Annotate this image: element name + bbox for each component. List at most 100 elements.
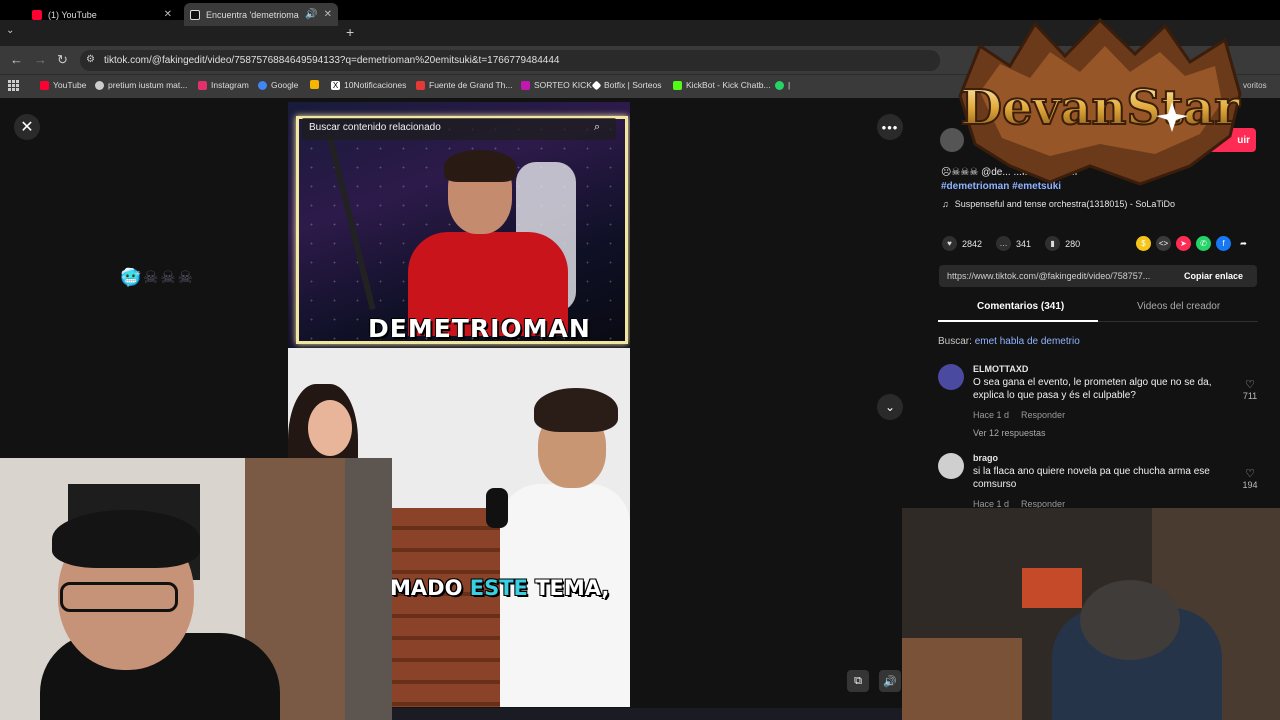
person-hair [1080, 580, 1180, 660]
tab-comments[interactable]: Comentarios (341) [977, 301, 1064, 312]
bookmark-fuente[interactable]: Fuente de Grand Th... [416, 80, 512, 90]
glasses [60, 582, 178, 612]
youtube-icon [40, 80, 49, 90]
comment-text: si la flaca ano quiere novela pa que chu… [973, 466, 1210, 490]
bookmark-10notificaciones[interactable]: X 10Notificaciones [331, 80, 406, 90]
new-tab-button[interactable]: + [346, 24, 354, 40]
webcam-left [0, 458, 392, 720]
instagram-icon [198, 80, 207, 90]
comment-item: brago si la flaca ano quiere novela pa q… [938, 453, 1258, 509]
kickbot-icon [673, 80, 682, 90]
close-tab-icon[interactable]: ✕ [164, 9, 172, 20]
youtube-favicon-icon [32, 9, 42, 20]
video-subtitle: MADO ESTE TEMA, [390, 576, 610, 600]
bookmark-icon: ▮ [1045, 236, 1061, 251]
heart-outline-icon: ♡ [1245, 468, 1255, 480]
comment-text: O sea gana el evento, le prometen algo q… [973, 377, 1212, 401]
bookmark-kickbot[interactable]: KickBot - Kick Chatb... [673, 80, 771, 90]
avatar[interactable] [938, 364, 964, 390]
curtain [345, 458, 392, 720]
back-arrow-icon[interactable]: ← [10, 52, 23, 67]
comment-button[interactable]: … 341 [996, 236, 1031, 251]
bookmark-youtube[interactable]: YouTube [40, 80, 86, 90]
apps-grid-icon[interactable] [8, 80, 19, 91]
taskbar [392, 708, 902, 720]
person-hair [52, 510, 200, 568]
comment-username[interactable]: ELMOTTAXD [973, 364, 1028, 374]
view-replies-button[interactable]: Ver 12 respuestas [973, 428, 1046, 438]
more-options-button[interactable]: ••• [877, 114, 903, 140]
forward-arrow-icon[interactable]: → [34, 52, 47, 67]
ellipsis-icon: ••• [881, 119, 899, 135]
comment-username[interactable]: brago [973, 453, 998, 463]
globe-icon [95, 80, 104, 90]
tab-title: (1) YouTube [48, 9, 97, 20]
tab-title: Encuentra 'demetrioman en [206, 9, 300, 20]
kick-icon [521, 80, 530, 90]
diamond-icon [591, 80, 602, 90]
facebook-icon[interactable]: f [1216, 236, 1231, 251]
webcam-right [902, 508, 1280, 720]
chevron-down-icon: ⌄ [884, 400, 896, 414]
x-logo-icon: X [331, 80, 340, 90]
blanket [902, 638, 1022, 720]
bookmark-pretium[interactable]: pretium iustum mat... [95, 80, 187, 90]
tab-search-chevron-icon[interactable]: ⌄ [6, 25, 14, 36]
bookmark-sorteo-kick[interactable]: SORTEO KICK [521, 80, 592, 90]
site-info-icon[interactable]: ⚙ [86, 54, 98, 66]
related-search-placeholder[interactable]: Buscar contenido relacionado [309, 122, 441, 133]
close-icon: ✕ [20, 119, 34, 136]
video-banner-text: DEMETRIOMAN [368, 314, 591, 343]
comment-like-button[interactable]: ♡ 711 [1238, 378, 1262, 401]
bookmark-whatsapp[interactable]: | [775, 80, 790, 90]
bookmark-google[interactable]: Google [258, 80, 298, 90]
video-top-panel: Buscar contenido relacionado ⌕ DEMETRIOM… [288, 102, 630, 348]
music-row[interactable]: ♫ Suspenseful and tense orchestra(1318015… [942, 199, 1175, 209]
reply-button[interactable]: Responder [1021, 410, 1065, 420]
microphone [486, 488, 508, 528]
search-suggestion[interactable]: Buscar: emet habla de demetrio [938, 336, 1080, 347]
woman-face [308, 400, 352, 456]
share-buttons: $ <> ➤ ✆ f ➦ [1136, 236, 1251, 251]
glow-frame [296, 116, 628, 344]
next-video-button[interactable]: ⌄ [877, 394, 903, 420]
tab-tiktok[interactable]: Encuentra 'demetrioman en 🔊 ✕ [184, 3, 338, 26]
bookmark-unnamed[interactable] [310, 80, 319, 89]
tiktok-favicon-icon [190, 9, 200, 20]
url-text[interactable]: tiktok.com/@fakingedit/video/75875768846… [104, 55, 559, 66]
close-tab-icon[interactable]: ✕ [324, 9, 332, 20]
coin-icon[interactable]: $ [1136, 236, 1151, 251]
send-icon[interactable]: ➤ [1176, 236, 1191, 251]
engagement-stats: ♥ 2842 … 341 ▮ 280 [942, 236, 1094, 251]
logo-text: DevanStar [960, 80, 1240, 136]
like-button[interactable]: ♥ 2842 [942, 236, 982, 251]
comment-item: ELMOTTAXD O sea gana el evento, le prome… [938, 364, 1258, 434]
whatsapp-share-icon[interactable]: ✆ [1196, 236, 1211, 251]
video-emoji-row: 🥶☠☠☠ [120, 268, 195, 287]
embed-icon[interactable]: <> [1156, 236, 1171, 251]
screen: ⌄ (1) YouTube ✕ Encuentra 'demetrioman e… [0, 0, 1280, 720]
search-icon[interactable]: ⌕ [594, 121, 600, 134]
save-button[interactable]: ▮ 280 [1045, 236, 1080, 251]
reload-icon[interactable]: ↻ [57, 52, 68, 68]
tab-creator-videos[interactable]: Videos del creador [1137, 301, 1220, 312]
copy-link-button[interactable]: Copiar enlace [1184, 271, 1243, 281]
volume-button[interactable]: 🔊 [879, 670, 901, 692]
tab-youtube[interactable]: (1) YouTube ✕ [26, 3, 178, 26]
devanstar-logo: DevanStar [958, 17, 1242, 186]
miniplayer-button[interactable]: ⧉ [847, 670, 869, 692]
music-note-icon: ♫ [942, 199, 949, 209]
video-link[interactable]: https://www.tiktok.com/@fakingedit/video… [947, 271, 1150, 281]
active-tab-indicator [938, 320, 1098, 322]
comment-meta: Hace 1 d Responder [973, 410, 1066, 420]
close-video-button[interactable]: ✕ [14, 114, 40, 140]
bookmark-botfix[interactable]: Botfix | Sorteos [591, 80, 661, 90]
heart-icon: ♥ [942, 236, 957, 251]
whatsapp-icon [775, 80, 784, 90]
comment-like-button[interactable]: ♡ 194 [1238, 467, 1262, 490]
avatar[interactable] [938, 453, 964, 479]
bookmark-instagram[interactable]: Instagram [198, 80, 249, 90]
share-arrow-icon[interactable]: ➦ [1236, 236, 1251, 251]
miniplayer-icon: ⧉ [854, 674, 862, 687]
speaker-icon[interactable]: 🔊 [305, 9, 317, 20]
